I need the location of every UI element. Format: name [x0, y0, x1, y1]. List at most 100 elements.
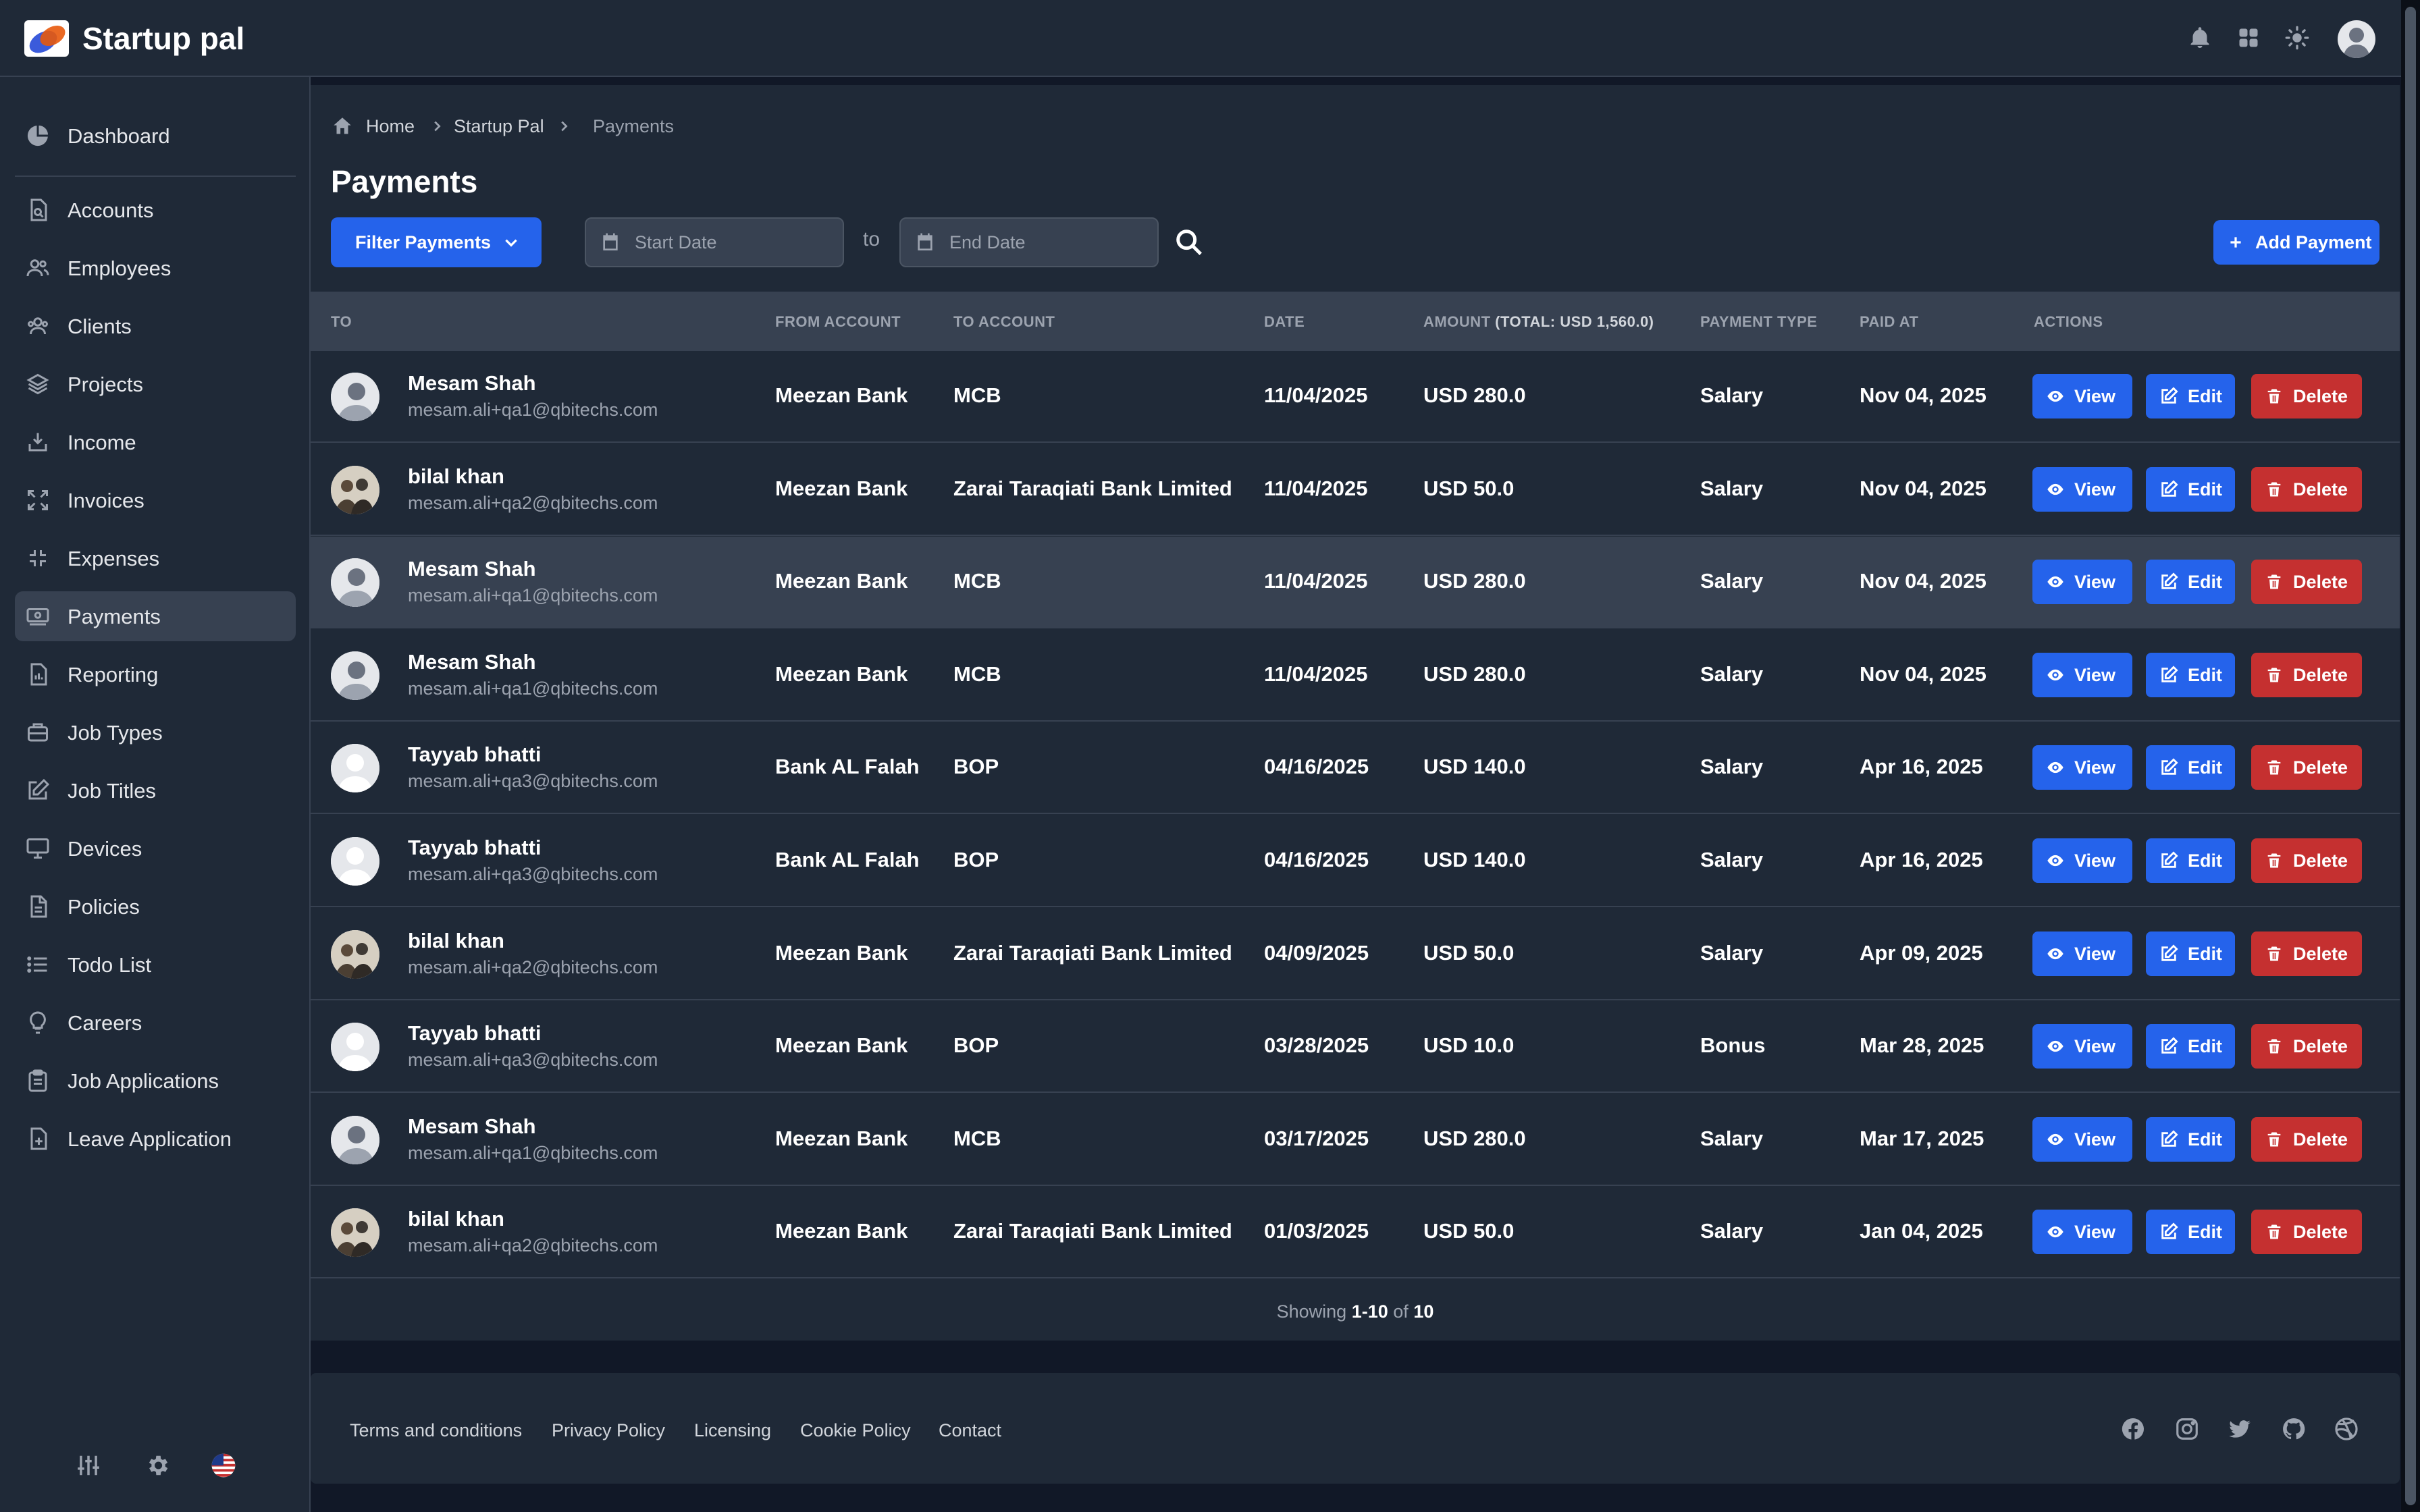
apps-grid-icon[interactable] — [2236, 26, 2261, 50]
instagram-icon[interactable] — [2174, 1416, 2200, 1442]
delete-button[interactable]: Delete — [2251, 1116, 2362, 1162]
view-button[interactable]: View — [2032, 1210, 2132, 1255]
payee-avatar — [331, 1023, 379, 1072]
sidebar-item-job-titles[interactable]: Job Titles — [15, 765, 296, 815]
to-account: MCB — [953, 383, 1001, 407]
delete-button[interactable]: Delete — [2251, 1210, 2362, 1255]
footer-link-cookie[interactable]: Cookie Policy — [800, 1420, 911, 1441]
sidebar-item-reporting[interactable]: Reporting — [15, 649, 296, 699]
footer-link-privacy[interactable]: Privacy Policy — [552, 1420, 665, 1441]
sidebar-item-dashboard[interactable]: Dashboard — [15, 111, 296, 161]
sidebar-item-job-applications[interactable]: Job Applications — [15, 1056, 296, 1106]
column-header-payment-type[interactable]: PAYMENT TYPE — [1700, 313, 1817, 331]
sidebar-item-accounts[interactable]: Accounts — [15, 185, 296, 235]
column-header-from-account[interactable]: FROM ACCOUNT — [775, 313, 901, 331]
view-button[interactable]: View — [2032, 652, 2132, 697]
sidebar-item-payments[interactable]: Payments — [15, 591, 296, 641]
bell-icon[interactable] — [2188, 26, 2212, 50]
delete-button[interactable]: Delete — [2251, 466, 2362, 512]
sidebar-item-job-types[interactable]: Job Types — [15, 707, 296, 757]
delete-button[interactable]: Delete — [2251, 374, 2362, 418]
edit-button[interactable]: Edit — [2146, 1024, 2235, 1069]
edit-button[interactable]: Edit — [2146, 838, 2235, 883]
sidebar-item-income[interactable]: Income — [15, 417, 296, 467]
sidebar-item-invoices[interactable]: Invoices — [15, 475, 296, 525]
sidebar-item-expenses[interactable]: Expenses — [15, 533, 296, 583]
pagination-total: 10 — [1413, 1301, 1434, 1322]
payment-amount: USD 280.0 — [1423, 383, 1526, 407]
edit-button[interactable]: Edit — [2146, 931, 2235, 976]
us-flag-icon[interactable] — [211, 1453, 236, 1478]
delete-button[interactable]: Delete — [2251, 838, 2362, 883]
edit-label: Edit — [2188, 386, 2222, 406]
search-icon[interactable] — [1174, 227, 1205, 258]
add-payment-button[interactable]: Add Payment — [2213, 220, 2379, 265]
breadcrumb-home[interactable]: Home — [366, 116, 415, 137]
sidebar-item-careers[interactable]: Careers — [15, 998, 296, 1048]
gear-icon[interactable] — [144, 1453, 170, 1478]
edit-icon — [2161, 1222, 2178, 1240]
column-header-to-account[interactable]: TO ACCOUNT — [953, 313, 1055, 331]
filter-payments-button[interactable]: Filter Payments — [331, 217, 542, 267]
sliders-icon[interactable] — [76, 1453, 101, 1478]
sidebar-item-leave-application[interactable]: Leave Application — [15, 1114, 296, 1164]
sidebar-item-todo-list[interactable]: Todo List — [15, 940, 296, 990]
trash-icon — [2267, 1224, 2281, 1239]
user-avatar[interactable] — [2338, 20, 2375, 58]
view-button[interactable]: View — [2032, 745, 2132, 790]
dribbble-icon[interactable] — [2334, 1416, 2359, 1442]
delete-button[interactable]: Delete — [2251, 560, 2362, 605]
to-account: Zarai Taraqiati Bank Limited — [953, 940, 1232, 965]
facebook-icon[interactable] — [2120, 1416, 2146, 1442]
payment-amount: USD 50.0 — [1423, 1219, 1515, 1243]
sidebar-item-devices[interactable]: Devices — [15, 824, 296, 873]
edit-button[interactable]: Edit — [2146, 1210, 2235, 1255]
edit-button[interactable]: Edit — [2146, 466, 2235, 512]
column-header-paid-at[interactable]: PAID AT — [1860, 313, 1918, 331]
view-button[interactable]: View — [2032, 838, 2132, 883]
delete-label: Delete — [2293, 572, 2348, 593]
delete-button[interactable]: Delete — [2251, 1024, 2362, 1069]
start-date-input[interactable]: Start Date — [585, 217, 844, 267]
sidebar-item-label: Accounts — [68, 198, 154, 222]
edit-button[interactable]: Edit — [2146, 374, 2235, 418]
home-icon[interactable] — [331, 115, 354, 138]
footer-link-terms[interactable]: Terms and conditions — [350, 1420, 522, 1441]
footer-link-contact[interactable]: Contact — [939, 1420, 1001, 1441]
sidebar-item-label: Policies — [68, 895, 140, 919]
paid-at: Apr 16, 2025 — [1860, 755, 1983, 779]
twitter-icon[interactable] — [2227, 1416, 2253, 1442]
sidebar-item-projects[interactable]: Projects — [15, 359, 296, 409]
sidebar-item-policies[interactable]: Policies — [15, 882, 296, 932]
delete-button[interactable]: Delete — [2251, 652, 2362, 697]
column-header-to[interactable]: TO — [331, 313, 352, 331]
edit-button[interactable]: Edit — [2146, 1116, 2235, 1162]
column-header-amount[interactable]: AMOUNT (TOTAL: USD 1,560.0) — [1423, 313, 1654, 331]
column-header-date[interactable]: DATE — [1264, 313, 1305, 331]
edit-button[interactable]: Edit — [2146, 652, 2235, 697]
brand-logo[interactable] — [24, 20, 69, 57]
sidebar-item-clients[interactable]: Clients — [15, 301, 296, 351]
edit-button[interactable]: Edit — [2146, 745, 2235, 790]
sidebar-item-label: Invoices — [68, 489, 144, 512]
payee-email: mesam.ali+qa3@qbitechs.com — [408, 1050, 658, 1071]
view-button[interactable]: View — [2032, 560, 2132, 605]
delete-button[interactable]: Delete — [2251, 931, 2362, 976]
view-button[interactable]: View — [2032, 1116, 2132, 1162]
sun-icon[interactable] — [2285, 26, 2309, 50]
view-button[interactable]: View — [2032, 374, 2132, 418]
edit-button[interactable]: Edit — [2146, 560, 2235, 605]
view-button[interactable]: View — [2032, 466, 2132, 512]
page-scrollbar-thumb[interactable] — [2405, 7, 2416, 1505]
view-label: View — [2074, 943, 2116, 964]
trash-icon — [2267, 574, 2281, 589]
sidebar-item-employees[interactable]: Employees — [15, 243, 296, 293]
breadcrumb-parent[interactable]: Startup Pal — [454, 116, 544, 137]
github-icon[interactable] — [2281, 1416, 2307, 1442]
view-button[interactable]: View — [2032, 1024, 2132, 1069]
delete-button[interactable]: Delete — [2251, 745, 2362, 790]
footer-link-licensing[interactable]: Licensing — [694, 1420, 771, 1441]
view-button[interactable]: View — [2032, 931, 2132, 976]
end-date-input[interactable]: End Date — [899, 217, 1159, 267]
brand-name[interactable]: Startup pal — [82, 20, 244, 57]
